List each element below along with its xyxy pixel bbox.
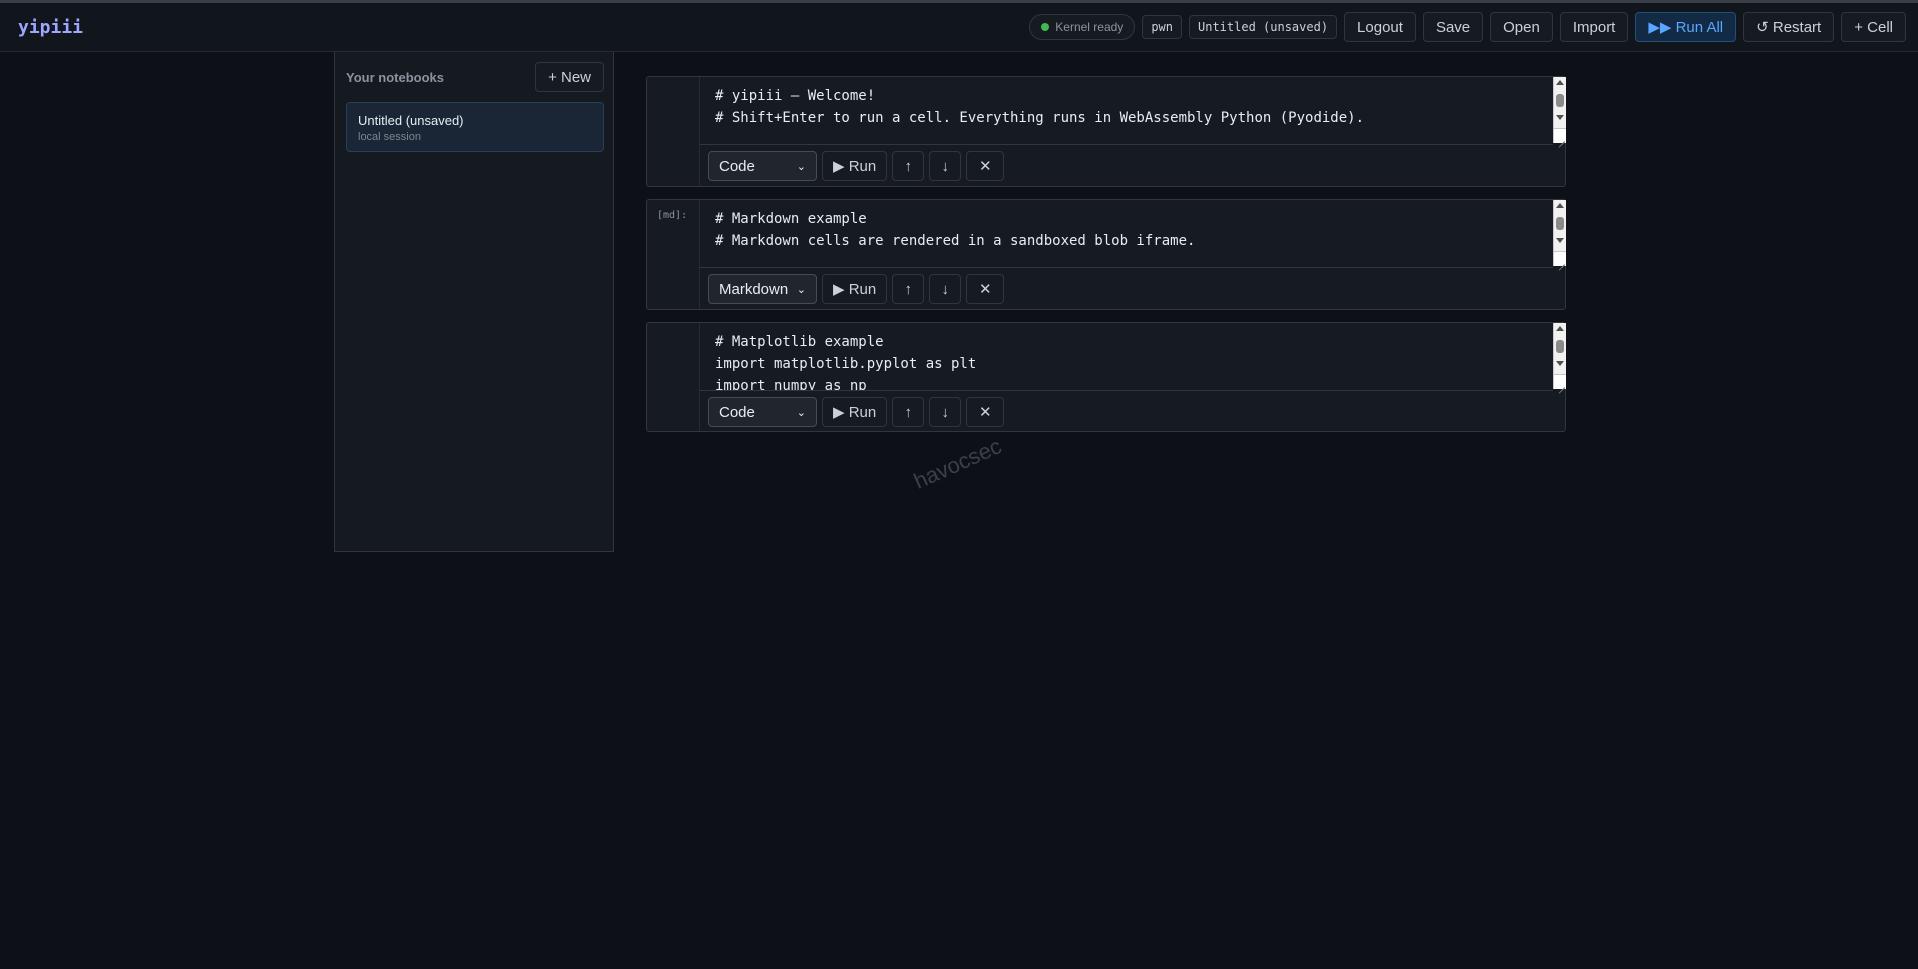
scrollbar-thumb[interactable] [1556,217,1564,230]
scroll-down-arrow-icon[interactable] [1556,361,1564,366]
new-notebook-button[interactable]: + New [535,62,604,92]
code-line: # yipiii — Welcome! [715,88,876,104]
save-button[interactable]: Save [1422,12,1484,42]
move-up-button[interactable]: ↑ [892,274,925,304]
code-editor[interactable]: # Matplotlib example import matplotlib.p… [700,323,1553,391]
cell-prompt: [md]: [657,210,688,221]
scrollbar-thumb[interactable] [1556,94,1564,107]
chevron-down-icon: ⌄ [796,160,806,173]
move-up-button[interactable]: ↑ [892,397,925,427]
move-down-button[interactable]: ↓ [929,151,962,181]
code-line: import matplotlib.pyplot as plt [715,356,977,372]
move-down-button[interactable]: ↓ [929,397,962,427]
scroll-up-arrow-icon[interactable] [1556,80,1564,85]
import-button[interactable]: Import [1559,12,1629,42]
notebook-cell: [md]: # Markdown example # Markdown cell… [646,199,1566,310]
top-bar: yipiii Kernel ready pwn Untitled (unsave… [0,0,1918,52]
notebook-item-name: Untitled (unsaved) [358,113,464,128]
chevron-down-icon: ⌄ [796,283,806,296]
notebook-item-subtitle: local session [358,131,421,143]
scroll-down-arrow-icon[interactable] [1556,115,1564,120]
run-all-button[interactable]: ▶▶ Run All [1635,12,1737,42]
cell-type-value: Markdown [719,280,789,298]
cell-type-select[interactable]: Code ⌄ [708,397,817,427]
editor-scrollbar[interactable] [1553,323,1566,389]
scroll-up-arrow-icon[interactable] [1556,326,1564,331]
status-dot-icon [1041,23,1050,31]
delete-cell-button[interactable]: ✕ [966,397,1005,427]
resize-handle-icon[interactable] [1554,374,1566,389]
kernel-status-text: Kernel ready [1055,20,1124,34]
resize-handle-icon[interactable] [1554,251,1566,266]
code-line: # Markdown cells are rendered in a sandb… [715,233,1196,249]
sidebar-header: Your notebooks + New [346,62,604,92]
chevron-down-icon: ⌄ [796,406,806,419]
editor-scrollbar[interactable] [1553,200,1566,266]
kernel-status-badge: Kernel ready [1029,14,1136,40]
code-line: # Shift+Enter to run a cell. Everything … [715,110,1365,126]
sidebar-title: Your notebooks [346,70,444,85]
logout-button[interactable]: Logout [1344,12,1416,42]
cell-toolbar: Code ⌄ ▶ Run ↑ ↓ ✕ [708,151,1005,181]
run-cell-button[interactable]: ▶ Run [822,151,888,181]
cell-toolbar: Markdown ⌄ ▶ Run ↑ ↓ ✕ [708,274,1005,304]
open-button[interactable]: Open [1490,12,1553,42]
notebook-name-badge: Untitled (unsaved) [1189,15,1338,39]
code-line: import numpy as np [715,378,867,391]
notebook-cell: # Matplotlib example import matplotlib.p… [646,322,1566,432]
cell-type-value: Code [719,403,755,421]
watermark-text: havocsec [910,433,1006,494]
code-line: # Matplotlib example [715,334,884,350]
header-actions: Kernel ready pwn Untitled (unsaved) Logo… [1029,12,1906,42]
scroll-down-arrow-icon[interactable] [1556,238,1564,243]
run-cell-button[interactable]: ▶ Run [822,397,888,427]
cell-type-select[interactable]: Markdown ⌄ [708,274,817,304]
delete-cell-button[interactable]: ✕ [966,274,1005,304]
cell-type-select[interactable]: Code ⌄ [708,151,817,181]
code-editor[interactable]: # Markdown example # Markdown cells are … [700,200,1553,268]
cell-gutter: [md]: [647,200,700,309]
resize-handle-icon[interactable] [1554,128,1566,143]
notebooks-sidebar: Your notebooks + New Untitled (unsaved) … [334,52,614,552]
app-logo: yipiii [18,17,84,38]
move-down-button[interactable]: ↓ [929,274,962,304]
cell-type-value: Code [719,157,755,175]
code-editor[interactable]: # yipiii — Welcome! # Shift+Enter to run… [700,77,1553,145]
cell-gutter [647,77,700,186]
restart-button[interactable]: ↺ Restart [1743,12,1835,42]
user-badge: pwn [1142,15,1182,39]
move-up-button[interactable]: ↑ [892,151,925,181]
notebook-cell: # yipiii — Welcome! # Shift+Enter to run… [646,76,1566,187]
run-cell-button[interactable]: ▶ Run [822,274,888,304]
editor-scrollbar[interactable] [1553,77,1566,143]
cell-toolbar: Code ⌄ ▶ Run ↑ ↓ ✕ [708,397,1005,427]
cell-gutter [647,323,700,431]
add-cell-button[interactable]: + Cell [1841,12,1906,42]
scroll-up-arrow-icon[interactable] [1556,203,1564,208]
notebook-list-item[interactable]: Untitled (unsaved) local session [346,102,604,152]
scrollbar-thumb[interactable] [1556,340,1564,353]
code-line: # Markdown example [715,211,867,227]
delete-cell-button[interactable]: ✕ [966,151,1005,181]
